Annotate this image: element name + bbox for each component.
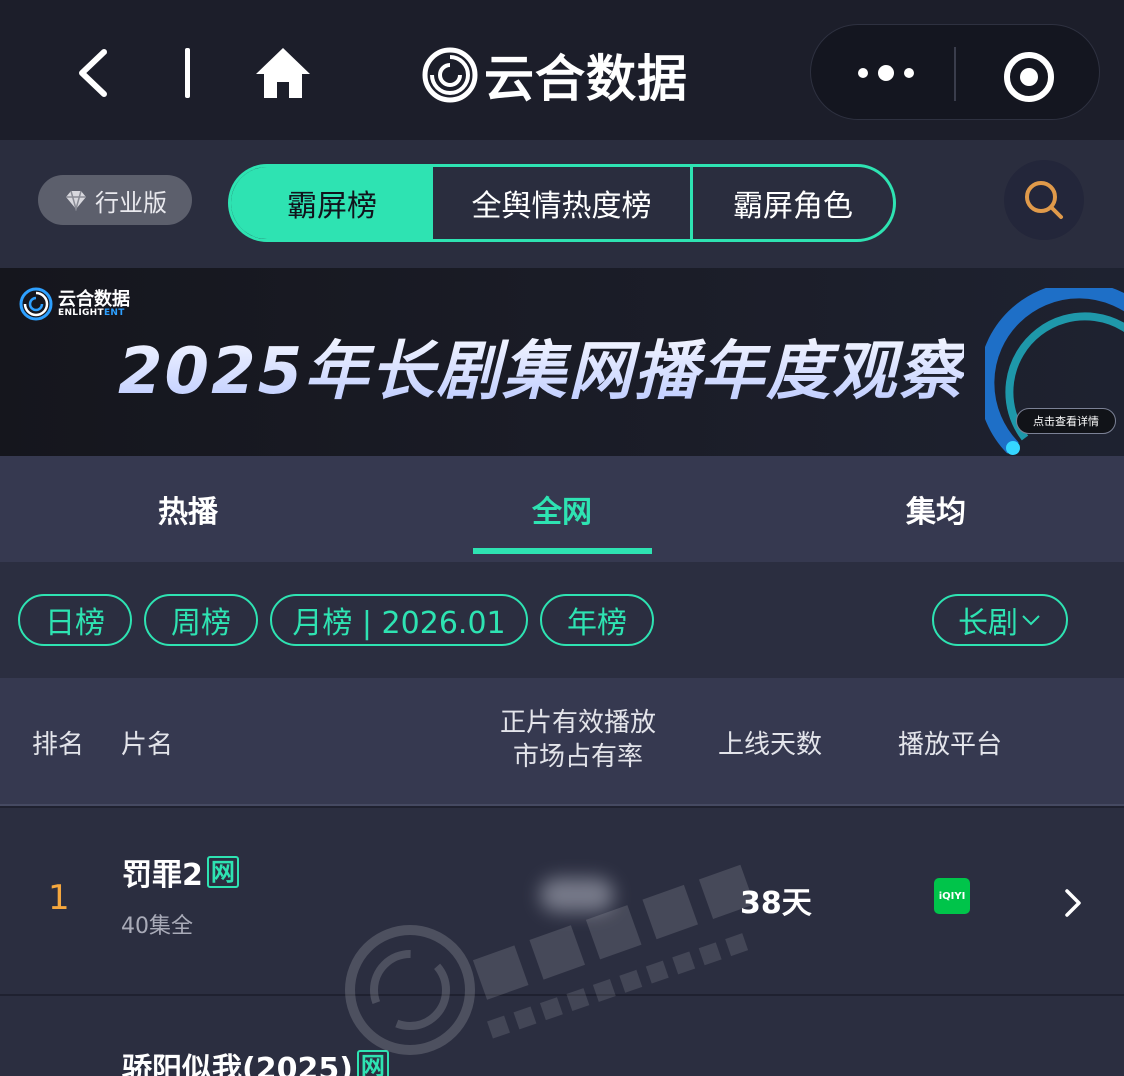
close-target-icon[interactable] [1001, 49, 1057, 105]
category-dropdown[interactable]: 长剧 [932, 594, 1068, 646]
show-title-text: 罚罪2 [122, 858, 203, 893]
tab-per-episode[interactable]: 集均 [836, 456, 1036, 562]
iqiyi-platform-icon: iQIYI [934, 878, 970, 914]
filter-yearly[interactable]: 年榜 [540, 594, 654, 646]
rank-number: 1 [48, 878, 70, 918]
web-series-badge: 网 [206, 856, 239, 888]
capsule-divider [954, 47, 956, 101]
ranking-segmented-control: 霸屏榜 全舆情热度榜 霸屏角色 [228, 164, 896, 242]
brand-title: 云合数据 [420, 40, 688, 110]
home-icon[interactable] [250, 40, 316, 106]
chevron-right-icon[interactable] [1062, 886, 1084, 920]
segment-screen-dominance[interactable]: 霸屏榜 [231, 167, 433, 239]
column-header-rank: 排名 [32, 730, 85, 760]
filter-weekly[interactable]: 周榜 [144, 594, 258, 646]
search-icon[interactable] [1004, 160, 1084, 240]
show-title: 罚罪2 网 [122, 850, 239, 894]
category-label: 长剧 [958, 606, 1018, 641]
column-header-market-share: 正片有效播放 市场占有率 [499, 708, 656, 772]
days-online: 38天 [740, 886, 812, 921]
chevron-down-icon [1022, 615, 1040, 626]
nav-divider [185, 48, 190, 98]
filter-daily[interactable]: 日榜 [18, 594, 132, 646]
tab-hot-broadcast[interactable]: 热播 [88, 456, 288, 562]
column-header-days-online: 上线天数 [718, 730, 823, 760]
mini-program-capsule [810, 24, 1100, 120]
segment-top-characters[interactable]: 霸屏角色 [693, 167, 893, 239]
active-tab-indicator [473, 548, 652, 554]
tab-all-network[interactable]: 全网 [462, 456, 662, 562]
show-title: 骄阳似我(2025) 网 [122, 1044, 389, 1076]
banner-logo-cn: 云合数据 [58, 288, 130, 310]
period-filter-bar: 日榜 周榜 月榜 | 2026.01 年榜 长剧 [0, 562, 1124, 678]
ranking-switcher-bar: 行业版 霸屏榜 全舆情热度榜 霸屏角色 [0, 140, 1124, 268]
column-header-platform: 播放平台 [898, 730, 1003, 760]
banner-logo: 云合数据 ENLIGHTENT [18, 286, 130, 322]
segment-public-opinion-heat[interactable]: 全舆情热度榜 [433, 167, 693, 239]
diamond-icon [66, 190, 86, 211]
top-navigation-bar: 云合数据 [0, 0, 1124, 140]
column-header-title: 片名 [121, 730, 174, 760]
table-row[interactable]: 1 罚罪2 网 40集全 38天 iQIYI [0, 808, 1124, 994]
enlightent-logo-icon [19, 287, 53, 321]
filter-monthly[interactable]: 月榜 | 2026.01 [270, 594, 528, 646]
more-dots-icon[interactable] [851, 53, 921, 93]
market-share-blurred [540, 878, 614, 912]
scope-tabs: 热播 全网 集均 [0, 456, 1124, 562]
table-header: 排名 片名 正片有效播放 市场占有率 上线天数 播放平台 [0, 678, 1124, 806]
episode-count: 40集全 [121, 914, 193, 939]
banner-logo-en: ENLIGHTENT [58, 307, 125, 318]
annual-report-banner[interactable]: 云合数据 ENLIGHTENT 2025年长剧集网播年度观察 点击查看详情 [0, 268, 1124, 456]
web-series-badge: 网 [356, 1050, 389, 1076]
brand-name: 云合数据 [484, 50, 688, 108]
banner-title: 2025年长剧集网播年度观察 [118, 320, 964, 412]
banner-view-details-button[interactable]: 点击查看详情 [1016, 408, 1116, 434]
edition-label: 行业版 [95, 188, 167, 217]
back-arrow-icon[interactable] [62, 38, 122, 108]
table-row[interactable]: 骄阳似我(2025) 网 [0, 996, 1124, 1076]
brand-logo-icon [422, 47, 478, 103]
show-title-text: 骄阳似我(2025) [122, 1052, 353, 1076]
edition-button[interactable]: 行业版 [38, 175, 192, 225]
